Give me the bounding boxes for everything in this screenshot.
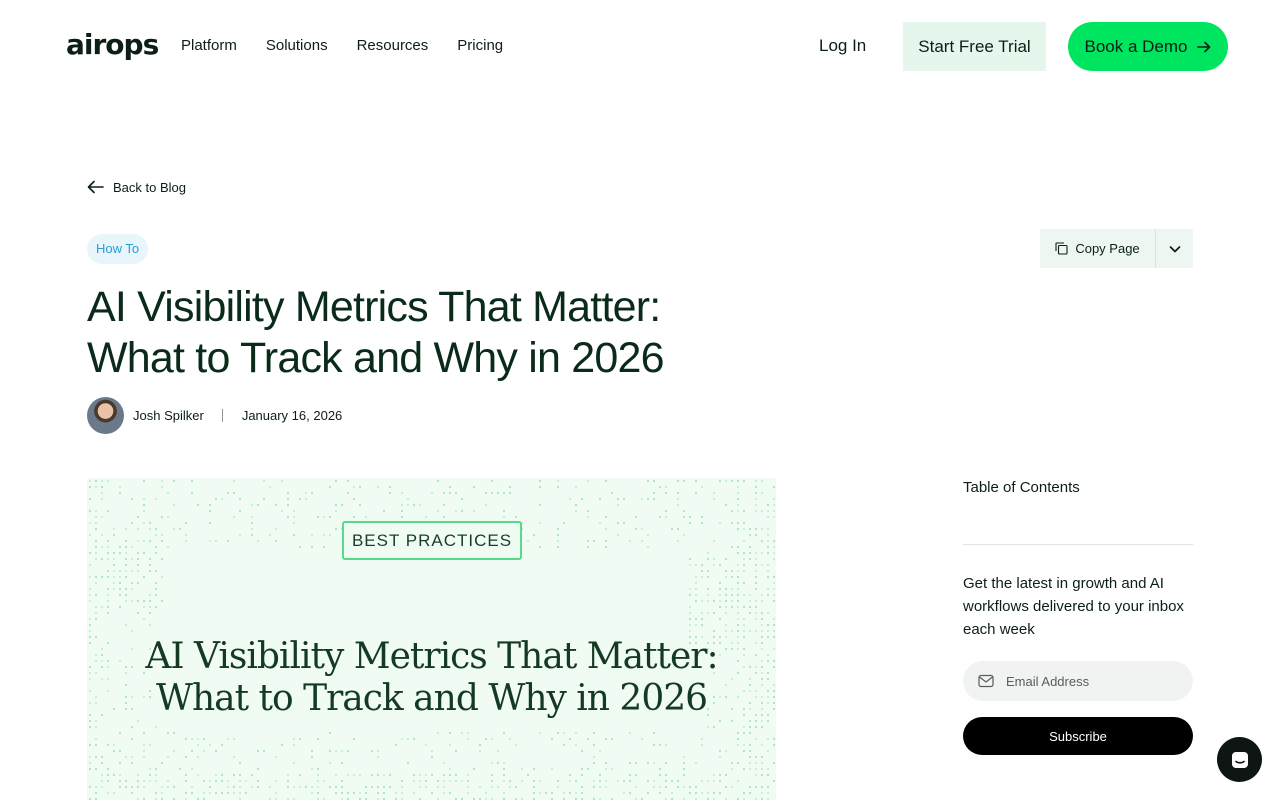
book-demo-button[interactable]: Book a Demo <box>1068 22 1228 71</box>
nav-solutions[interactable]: Solutions <box>266 36 328 56</box>
publish-date: January 16, 2026 <box>241 408 343 423</box>
main-nav: Platform Solutions Resources Pricing <box>181 36 503 56</box>
newsletter-text: Get the latest in growth and AI workflow… <box>963 575 1184 638</box>
meta-divider <box>221 409 223 422</box>
hero-title-line1: AI Visibility Metrics That Matter: <box>145 636 718 677</box>
arrow-left-icon <box>87 180 104 194</box>
back-to-blog-label: Back to Blog <box>113 179 186 195</box>
hero-badge: BEST PRACTICES <box>342 521 522 560</box>
book-demo-label: Book a Demo <box>1084 36 1188 56</box>
chevron-down-icon <box>1169 245 1180 252</box>
author-meta: Josh Spilker January 16, 2026 <box>87 397 342 434</box>
chat-icon <box>1231 751 1248 768</box>
login-link[interactable]: Log In <box>819 35 866 57</box>
email-input[interactable] <box>1006 673 1176 689</box>
article-title: AI Visibility Metrics That Matter: What … <box>87 283 665 382</box>
mail-icon <box>978 674 994 688</box>
copy-page-label: Copy Page <box>1075 241 1140 256</box>
nav-resources[interactable]: Resources <box>357 36 429 56</box>
hero-title: AI Visibility Metrics That Matter: What … <box>87 636 776 720</box>
author-name[interactable]: Josh Spilker <box>133 408 204 423</box>
category-tag[interactable]: How To <box>87 234 149 264</box>
site-header: airops Platform Solutions Resources Pric… <box>0 0 1280 92</box>
airops-logo[interactable]: airops <box>66 28 159 62</box>
chat-launcher[interactable] <box>1217 737 1262 782</box>
author-avatar <box>87 397 124 434</box>
subscribe-button[interactable]: Subscribe <box>963 717 1193 755</box>
copy-icon <box>1055 242 1068 255</box>
copy-page-group: Copy Page <box>1040 229 1193 268</box>
copy-options-dropdown[interactable] <box>1156 229 1193 268</box>
arrow-right-icon <box>1196 41 1210 52</box>
hero-image: BEST PRACTICES AI Visibility Metrics Tha… <box>87 478 776 800</box>
nav-platform[interactable]: Platform <box>181 36 237 56</box>
sidebar-divider <box>963 544 1193 545</box>
copy-page-button[interactable]: Copy Page <box>1040 229 1155 268</box>
back-to-blog-link[interactable]: Back to Blog <box>87 178 186 196</box>
toc-title: Table of Contents <box>963 479 1080 496</box>
start-free-trial-button[interactable]: Start Free Trial <box>903 22 1046 71</box>
nav-pricing[interactable]: Pricing <box>457 36 503 56</box>
hero-title-line2: What to Track and Why in 2026 <box>155 678 708 719</box>
email-field[interactable] <box>963 661 1193 701</box>
